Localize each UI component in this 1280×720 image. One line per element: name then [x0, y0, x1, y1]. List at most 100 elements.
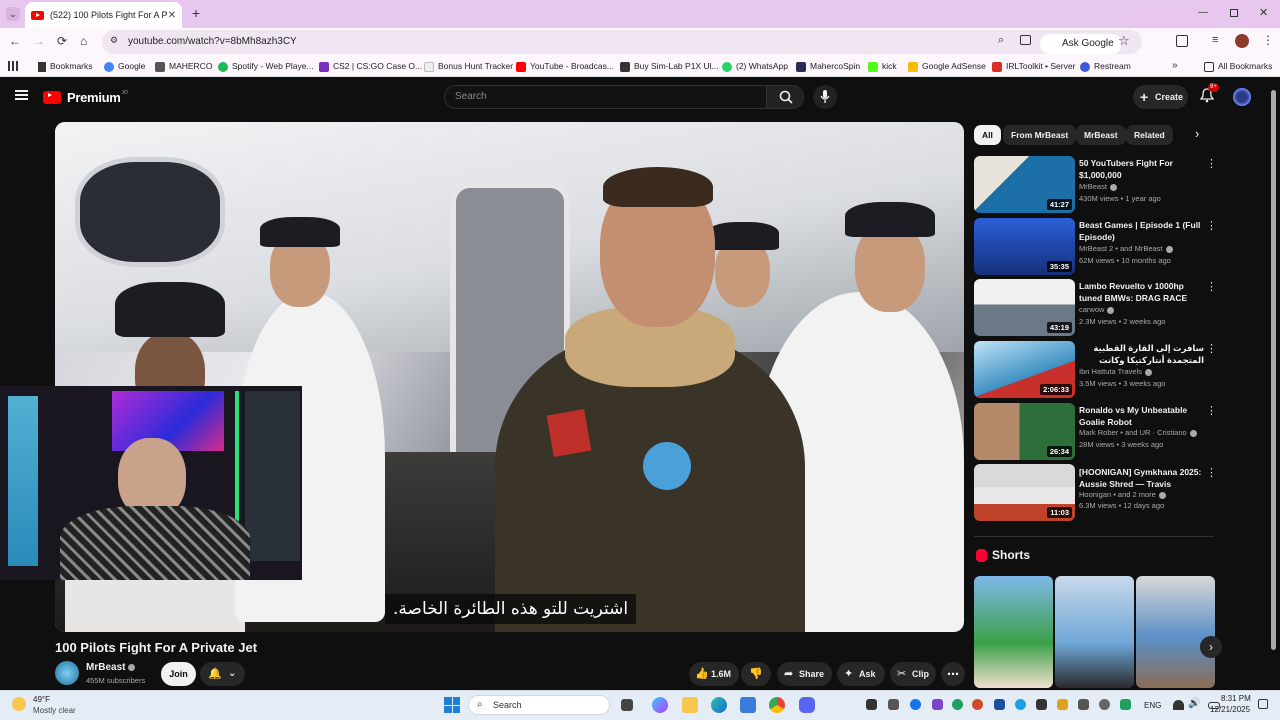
store-icon[interactable] [740, 697, 756, 713]
recommendation-channel[interactable]: Hoonigan • and 2 more [1079, 490, 1166, 499]
clock-date[interactable]: 12/21/2025 [1210, 705, 1250, 714]
language-indicator[interactable]: ENG [1144, 701, 1161, 710]
install-app-icon[interactable] [1020, 35, 1031, 45]
channel-avatar[interactable] [55, 661, 79, 685]
more-options-icon[interactable]: ⋮ [1206, 219, 1217, 233]
bookmark-item[interactable]: YouTube - Broadcas... [516, 56, 614, 77]
chip-from-mrbeast[interactable]: From MrBeast [1003, 125, 1077, 145]
more-options-icon[interactable]: ⋮ [1206, 404, 1217, 418]
search-button[interactable] [766, 85, 804, 109]
account-avatar[interactable] [1233, 88, 1251, 106]
short-thumbnail[interactable] [974, 576, 1053, 688]
back-icon[interactable]: ← [9, 34, 21, 48]
bookmark-star-icon[interactable]: ☆ [1118, 33, 1130, 49]
tab-search-button[interactable]: ⌄ [6, 7, 20, 21]
bookmark-item[interactable]: Google [104, 56, 145, 77]
recommendation-channel[interactable]: carwow [1079, 305, 1115, 314]
tray-app-icon[interactable] [1120, 699, 1131, 710]
voice-search-button[interactable] [813, 85, 837, 109]
tray-app-icon[interactable] [1057, 699, 1068, 710]
recommendation-thumbnail[interactable]: 26:34 [974, 403, 1075, 460]
ask-google-button[interactable]: Ask Google [1040, 34, 1122, 54]
bookmark-item[interactable]: Restream [1080, 56, 1131, 77]
more-bookmarks-icon[interactable]: » [1172, 60, 1178, 71]
shorts-next-button[interactable]: › [1200, 636, 1222, 658]
chips-next-icon[interactable]: › [1195, 126, 1199, 141]
search-input[interactable]: Search [444, 85, 767, 109]
more-options-icon[interactable]: ⋮ [1206, 280, 1217, 294]
tray-app-icon[interactable] [972, 699, 983, 710]
tray-app-icon[interactable] [910, 699, 921, 710]
recommendation-thumbnail[interactable]: 11:03 [974, 464, 1075, 521]
bookmark-item[interactable]: CS2 | CS:GO Case O... [319, 56, 422, 77]
tray-app-icon[interactable] [932, 699, 943, 710]
recommendation-thumbnail[interactable]: 35:35 [974, 218, 1075, 275]
short-thumbnail[interactable] [1055, 576, 1134, 688]
copilot-icon[interactable] [652, 697, 668, 713]
bookmark-item[interactable]: Spotify - Web Playe... [218, 56, 314, 77]
recommendation-channel[interactable]: MrBeast [1079, 182, 1117, 191]
tray-app-icon[interactable] [1078, 699, 1089, 710]
tray-app-icon[interactable] [866, 699, 877, 710]
recommendation-channel[interactable]: MrBeast 2 • and MrBeast [1079, 244, 1173, 253]
tray-app-icon[interactable] [1015, 699, 1026, 710]
hamburger-menu-icon[interactable] [15, 90, 28, 100]
new-tab-button[interactable]: + [188, 5, 204, 21]
join-button[interactable]: Join [161, 662, 196, 686]
bookmark-item[interactable]: (2) WhatsApp [722, 56, 788, 77]
bookmark-item[interactable]: Buy Sim-Lab P1X Ul... [620, 56, 719, 77]
tray-app-icon[interactable] [952, 699, 963, 710]
dislike-button[interactable]: 👎 [741, 662, 771, 686]
more-options-icon[interactable]: ⋮ [1206, 157, 1217, 171]
apps-grid-icon[interactable] [8, 61, 18, 71]
restore-window-icon[interactable] [1230, 9, 1238, 17]
more-actions-button[interactable]: ⋯ [941, 662, 965, 686]
extensions-icon[interactable] [1176, 35, 1188, 47]
recommendation-channel[interactable]: Mark Rober • and UR · Cristiano [1079, 428, 1197, 437]
file-explorer-icon[interactable] [682, 697, 698, 713]
recommendation-title[interactable]: Ronaldo vs My Unbeatable Goalie Robot [1079, 404, 1204, 428]
page-scrollbar[interactable] [1271, 90, 1276, 650]
bookmark-item[interactable]: Google AdSense [908, 56, 986, 77]
clip-button[interactable]: ✂ Clip [890, 662, 936, 686]
recommendation-thumbnail[interactable]: 41:27 [974, 156, 1075, 213]
start-button[interactable] [444, 697, 460, 713]
tray-app-icon[interactable] [994, 699, 1005, 710]
reading-list-icon[interactable]: ≡ [1212, 34, 1218, 46]
chip-all[interactable]: All [974, 125, 1001, 145]
youtube-logo[interactable]: Premium JO [43, 90, 128, 105]
volume-icon[interactable]: 🔊 [1188, 698, 1200, 709]
bookmark-item[interactable]: kick [868, 56, 897, 77]
close-window-icon[interactable]: ✕ [1259, 6, 1268, 19]
channel-name[interactable]: MrBeast [86, 662, 136, 673]
tab-close-icon[interactable]: ✕ [168, 10, 176, 21]
recommendation-title[interactable]: Beast Games | Episode 1 (Full Episode) [1079, 219, 1204, 243]
bookmark-item[interactable]: MahercoSpin [796, 56, 860, 77]
forward-icon[interactable]: → [33, 34, 45, 48]
all-bookmarks-button[interactable]: All Bookmarks [1204, 56, 1272, 77]
subscribed-button[interactable]: 🔔 ⌄ [200, 662, 245, 686]
create-button[interactable]: + Create [1133, 85, 1188, 109]
bookmark-item[interactable]: Bonus Hunt Tracker [424, 56, 513, 77]
chrome-menu-icon[interactable]: ⋮ [1262, 33, 1274, 47]
recommendation-title[interactable]: [HOONIGAN] Gymkhana 2025: Aussie Shred —… [1079, 466, 1204, 490]
bookmark-item[interactable]: Bookmarks [38, 56, 93, 77]
task-view-icon[interactable] [621, 699, 633, 711]
notifications-button[interactable]: 9+ [1199, 83, 1219, 104]
chip-mrbeast[interactable]: MrBeast [1076, 125, 1126, 145]
short-thumbnail[interactable] [1136, 576, 1215, 688]
recommendation-thumbnail[interactable]: 43:19 [974, 279, 1075, 336]
edge-icon[interactable] [711, 697, 727, 713]
more-options-icon[interactable]: ⋮ [1206, 466, 1217, 480]
bookmark-item[interactable]: MAHERCO [155, 56, 212, 77]
browser-tab-active[interactable]: (522) 100 Pilots Fight For A Priv ✕ [25, 2, 182, 28]
wifi-icon[interactable] [1173, 700, 1184, 710]
recommendation-title[interactable]: 50 YouTubers Fight For $1,000,000 [1079, 157, 1204, 181]
bookmark-item[interactable]: IRLToolkit • Server [992, 56, 1075, 77]
chip-related[interactable]: Related [1126, 125, 1173, 145]
site-info-icon[interactable]: ⚙ [110, 35, 118, 46]
ask-button[interactable]: ✦ Ask [837, 662, 885, 686]
discord-icon[interactable] [799, 697, 815, 713]
recommendation-channel[interactable]: Ibn Hattuta Travels [1079, 367, 1152, 376]
like-button[interactable]: 👍 1.6M [689, 662, 739, 686]
